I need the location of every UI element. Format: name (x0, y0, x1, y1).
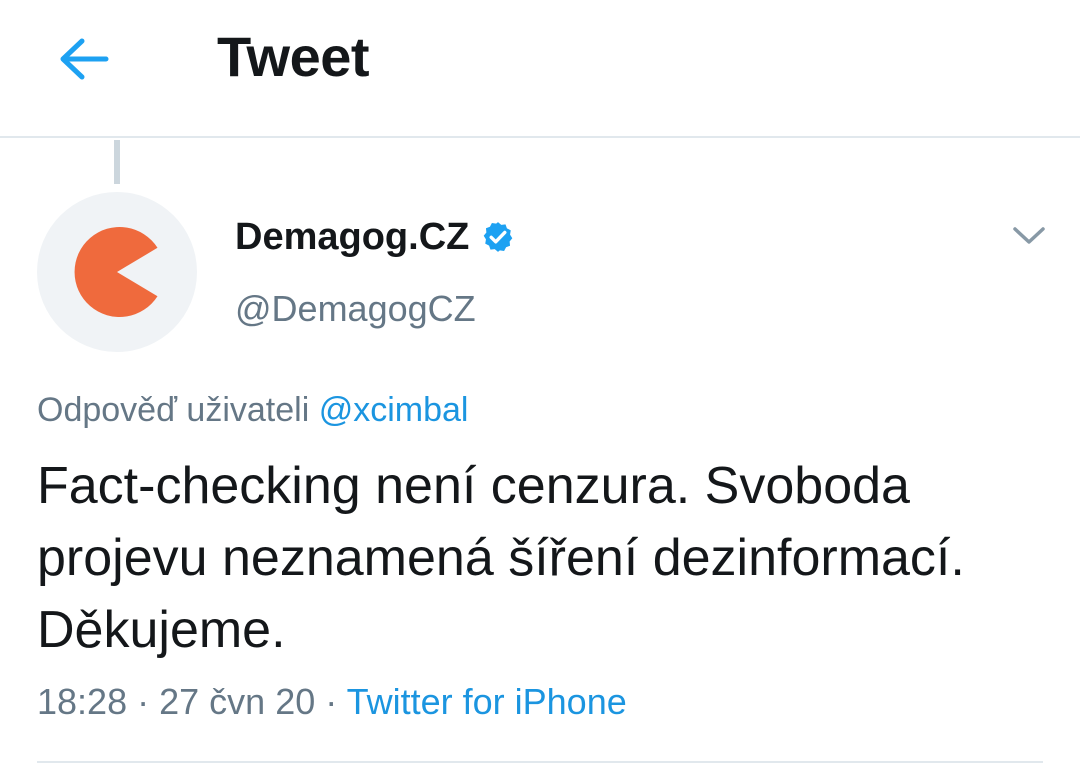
tweet-options-button[interactable] (1008, 216, 1050, 256)
display-name-text: Demagog.CZ (235, 216, 470, 258)
user-handle[interactable]: @DemagogCZ (235, 285, 476, 333)
tweet-time: 18:28 (37, 681, 128, 722)
avatar[interactable] (37, 192, 197, 352)
tweet-text: Fact-checking není cenzura. Svoboda proj… (37, 457, 965, 659)
reply-prefix: Odpověď uživateli (37, 391, 310, 429)
divider (37, 761, 1043, 763)
tweet-source-link[interactable]: Twitter for iPhone (347, 681, 627, 722)
thread-connector-line (114, 140, 120, 184)
arrow-left-icon (60, 38, 109, 80)
reply-context: Odpověď uživateli @xcimbal (37, 387, 468, 433)
chevron-down-icon (1013, 227, 1045, 244)
tweet-date: 27 čvn 20 (159, 681, 316, 722)
verified-badge-icon (484, 222, 513, 252)
meta-separator: · (137, 681, 150, 722)
meta-separator: · (325, 681, 338, 722)
tweet-meta: 18:28 · 27 čvn 20 · Twitter for iPhone (37, 678, 627, 726)
app-header: Tweet (0, 0, 1080, 138)
back-button[interactable] (52, 27, 116, 91)
reply-mention-link[interactable]: @xcimbal (319, 391, 469, 429)
page-title: Tweet (217, 25, 370, 88)
display-name[interactable]: Demagog.CZ (235, 213, 515, 261)
demagog-logo-icon (74, 227, 158, 317)
